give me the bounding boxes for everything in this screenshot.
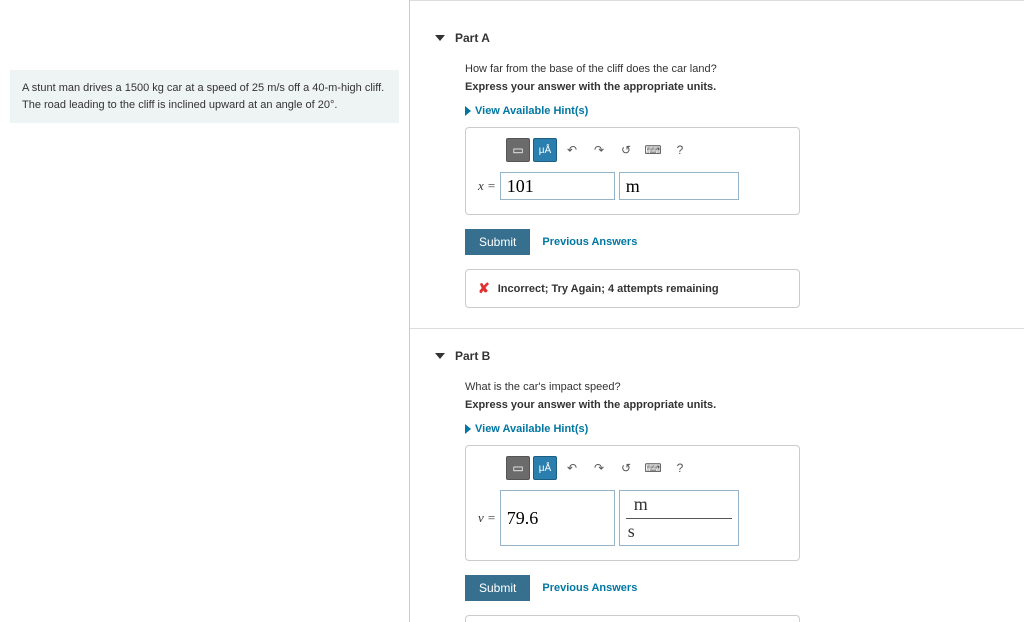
part-b-unit-input[interactable]: m s bbox=[619, 490, 739, 546]
part-b-variable-label: v = bbox=[478, 510, 496, 526]
answer-toolbar: ▭ μÅ ↶ ↷ ↺ ⌨ ? bbox=[506, 138, 787, 162]
answer-toolbar: ▭ μÅ ↶ ↷ ↺ ⌨ ? bbox=[506, 456, 787, 480]
template-button[interactable]: ▭ bbox=[506, 138, 530, 162]
help-icon[interactable]: ? bbox=[668, 456, 692, 480]
symbols-button[interactable]: μÅ bbox=[533, 138, 557, 162]
part-b-title: Part B bbox=[455, 349, 490, 363]
part-b-instruction: Express your answer with the appropriate… bbox=[465, 399, 1024, 411]
template-button[interactable]: ▭ bbox=[506, 456, 530, 480]
caret-right-icon bbox=[465, 106, 471, 116]
part-a-feedback-text: Incorrect; Try Again; 4 attempts remaini… bbox=[498, 283, 719, 295]
caret-down-icon bbox=[435, 353, 445, 359]
part-a-feedback: ✘ Incorrect; Try Again; 4 attempts remai… bbox=[465, 269, 800, 308]
redo-icon[interactable]: ↷ bbox=[587, 456, 611, 480]
part-a-instruction: Express your answer with the appropriate… bbox=[465, 81, 1024, 93]
part-b-answer-box: ▭ μÅ ↶ ↷ ↺ ⌨ ? v = m s bbox=[465, 445, 800, 561]
part-a-value-input[interactable] bbox=[500, 172, 615, 200]
part-a-submit-button[interactable]: Submit bbox=[465, 229, 530, 255]
part-a-unit-input[interactable] bbox=[619, 172, 739, 200]
caret-down-icon bbox=[435, 35, 445, 41]
part-a-input-row: x = bbox=[478, 172, 787, 200]
part-b-previous-answers-link[interactable]: Previous Answers bbox=[542, 582, 637, 594]
problem-pane: A stunt man drives a 1500 kg car at a sp… bbox=[0, 0, 410, 622]
part-b-hints-toggle[interactable]: View Available Hint(s) bbox=[465, 423, 588, 435]
keyboard-icon[interactable]: ⌨ bbox=[641, 456, 665, 480]
problem-statement: A stunt man drives a 1500 kg car at a sp… bbox=[10, 70, 399, 123]
incorrect-icon: ✘ bbox=[478, 280, 490, 297]
part-a-submit-row: Submit Previous Answers bbox=[465, 229, 1024, 255]
part-a-answer-box: ▭ μÅ ↶ ↷ ↺ ⌨ ? x = bbox=[465, 127, 800, 215]
reset-icon[interactable]: ↺ bbox=[614, 138, 638, 162]
part-a-previous-answers-link[interactable]: Previous Answers bbox=[542, 236, 637, 248]
symbols-button[interactable]: μÅ bbox=[533, 456, 557, 480]
part-a-question: How far from the base of the cliff does … bbox=[465, 63, 1024, 75]
part-b-feedback: ✘ Incorrect; Try Again; 5 attempts remai… bbox=[465, 615, 800, 622]
hints-label: View Available Hint(s) bbox=[475, 423, 588, 435]
answer-pane: Part A How far from the base of the clif… bbox=[410, 0, 1024, 622]
part-a-header[interactable]: Part A bbox=[435, 31, 1024, 45]
part-b-section: Part B What is the car's impact speed? E… bbox=[410, 329, 1024, 622]
part-b-submit-row: Submit Previous Answers bbox=[465, 575, 1024, 601]
part-b-submit-button[interactable]: Submit bbox=[465, 575, 530, 601]
unit-numerator[interactable]: m bbox=[626, 491, 732, 519]
unit-denominator[interactable]: s bbox=[620, 519, 738, 546]
part-a-title: Part A bbox=[455, 31, 490, 45]
part-a-hints-toggle[interactable]: View Available Hint(s) bbox=[465, 105, 588, 117]
redo-icon[interactable]: ↷ bbox=[587, 138, 611, 162]
keyboard-icon[interactable]: ⌨ bbox=[641, 138, 665, 162]
help-icon[interactable]: ? bbox=[668, 138, 692, 162]
undo-icon[interactable]: ↶ bbox=[560, 456, 584, 480]
reset-icon[interactable]: ↺ bbox=[614, 456, 638, 480]
part-b-value-input[interactable] bbox=[500, 490, 615, 546]
part-a-section: Part A How far from the base of the clif… bbox=[410, 11, 1024, 329]
undo-icon[interactable]: ↶ bbox=[560, 138, 584, 162]
part-a-variable-label: x = bbox=[478, 178, 496, 194]
part-b-header[interactable]: Part B bbox=[435, 349, 1024, 363]
part-b-input-row: v = m s bbox=[478, 490, 787, 546]
caret-right-icon bbox=[465, 424, 471, 434]
part-b-question: What is the car's impact speed? bbox=[465, 381, 1024, 393]
hints-label: View Available Hint(s) bbox=[475, 105, 588, 117]
